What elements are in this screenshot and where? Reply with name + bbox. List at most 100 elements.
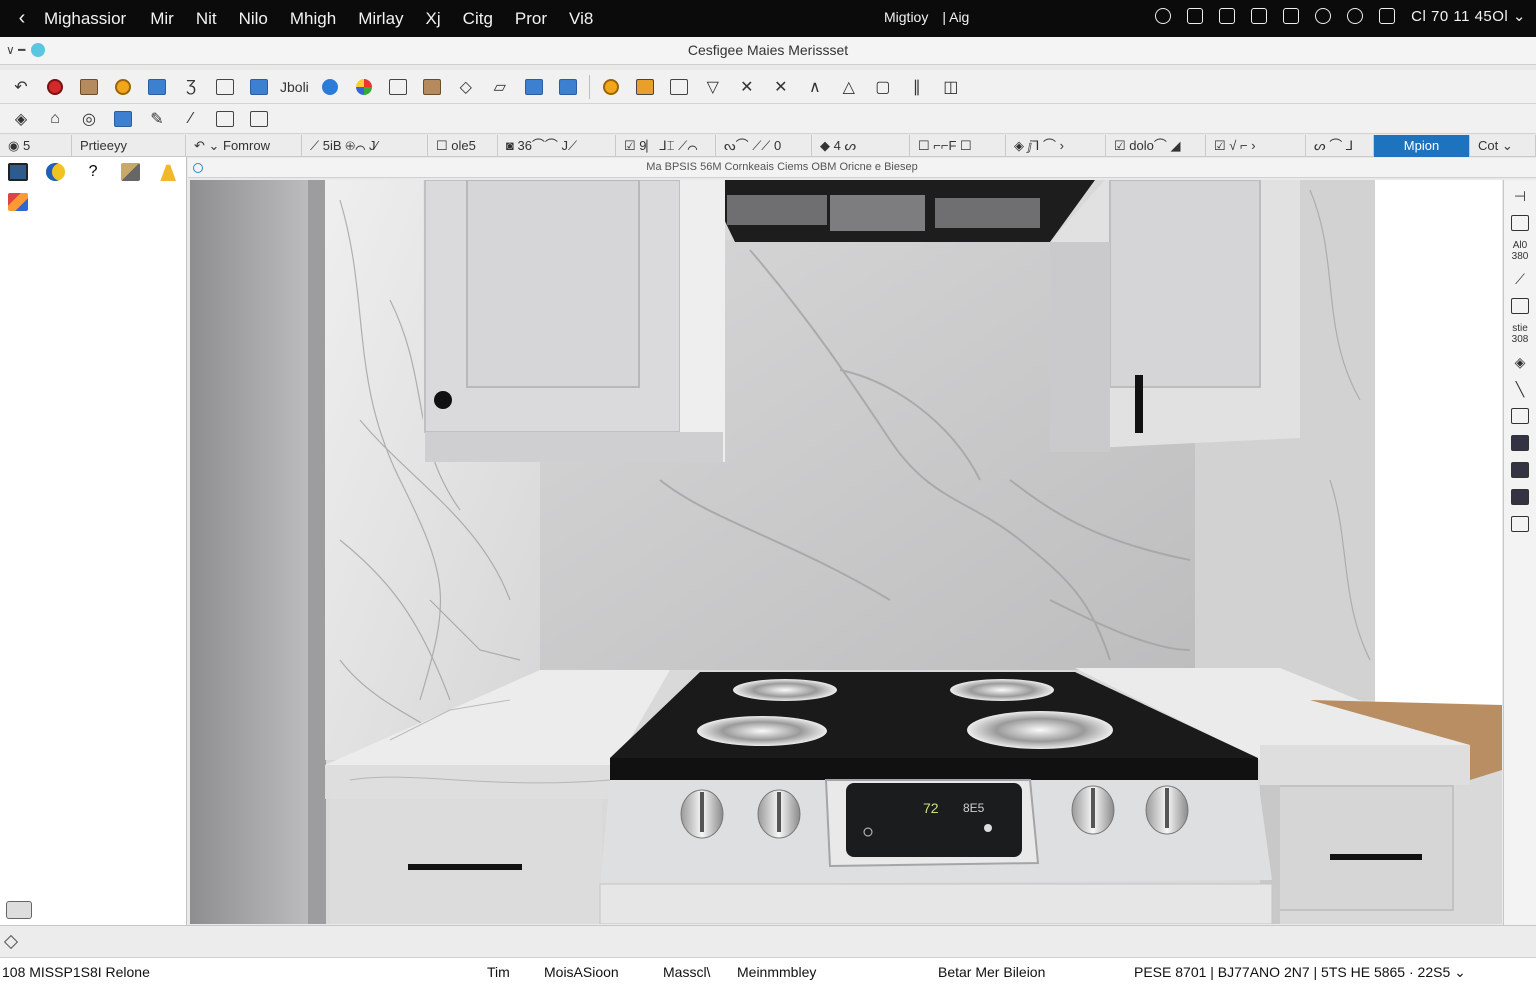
status-item-5[interactable]: Betar Mer Bileion xyxy=(938,964,1045,980)
tab-active[interactable]: Mpion xyxy=(1374,135,1470,157)
3d-viewport[interactable]: 72 8E5 xyxy=(190,180,1502,924)
triangle-down-icon[interactable]: ▽ xyxy=(702,76,724,98)
menu-item-9[interactable]: Pror xyxy=(515,9,547,29)
edit-icon[interactable]: ✎ xyxy=(146,108,168,130)
tag-icon[interactable]: ◇ xyxy=(455,76,477,98)
cross-alt-icon[interactable]: ✕ xyxy=(770,76,792,98)
tab-12[interactable]: ☑ √ ⌐ › xyxy=(1206,135,1306,157)
calculator-icon[interactable] xyxy=(387,76,409,98)
image-tool-icon[interactable] xyxy=(1509,406,1531,426)
parallel-icon[interactable]: ∥ xyxy=(906,76,928,98)
frame-tool-icon[interactable] xyxy=(1509,296,1531,316)
ruler-icon[interactable]: ▱ xyxy=(489,76,511,98)
blue-square-icon[interactable] xyxy=(112,108,134,130)
camera-icon[interactable] xyxy=(1509,460,1531,480)
image-icon[interactable] xyxy=(78,76,100,98)
tab-10[interactable]: ◈ ⅉ⅂ ⌒ › xyxy=(1006,135,1106,157)
window-icon[interactable] xyxy=(557,76,579,98)
menu-item-app[interactable]: Mighassior xyxy=(44,9,126,29)
record-icon[interactable] xyxy=(44,76,66,98)
back-icon[interactable]: ‹ xyxy=(0,7,44,30)
tab-9[interactable]: ☐ ⌐⌐F ☐ xyxy=(910,135,1006,157)
status-item-4[interactable]: Meinmmbley xyxy=(737,964,816,980)
layers-icon[interactable] xyxy=(214,76,236,98)
help-icon[interactable]: ? xyxy=(83,163,103,181)
grid-icon[interactable] xyxy=(668,76,690,98)
share-icon[interactable] xyxy=(1379,8,1396,24)
frame-icon[interactable] xyxy=(214,108,236,130)
sync-icon[interactable] xyxy=(1315,8,1332,24)
folder-icon[interactable] xyxy=(1251,8,1268,24)
menu-item-6[interactable]: Mirlay xyxy=(358,9,403,29)
search-icon[interactable] xyxy=(1347,8,1364,24)
eraser-icon[interactable]: ◈ xyxy=(10,108,32,130)
document-icon[interactable] xyxy=(146,76,168,98)
tab-3[interactable]: ⟋ 5iB ⊕⌒ J⁄ xyxy=(302,135,428,157)
menu-item-5[interactable]: Mhigh xyxy=(290,9,336,29)
triangle-icon[interactable]: △ xyxy=(838,76,860,98)
window-opening xyxy=(1375,180,1502,705)
chat-icon[interactable] xyxy=(1187,8,1204,24)
light-icon[interactable] xyxy=(600,76,622,98)
tab-4[interactable]: ☐ ole5 xyxy=(428,135,498,157)
angle-icon[interactable]: ∧ xyxy=(804,76,826,98)
sofa-icon[interactable] xyxy=(421,76,443,98)
tab-visibility[interactable]: ◉ 5 xyxy=(0,135,72,157)
monitor-icon[interactable] xyxy=(8,163,28,181)
tab-13[interactable]: ᔕ ⌒ ⅃ xyxy=(1306,135,1374,157)
menubar-center-1[interactable]: Migtioy xyxy=(884,9,928,25)
stack-icon[interactable] xyxy=(1509,433,1531,453)
tab-6[interactable]: ☑ 9⎸⅃⌶ ⟋⌒ xyxy=(616,135,716,157)
menubar-center-2[interactable]: | Aig xyxy=(942,9,969,25)
toolbar-label[interactable]: Jboli xyxy=(280,79,309,95)
status-item-2[interactable]: MoisASioon xyxy=(544,964,619,980)
tab-5[interactable]: ◙ 36⌒⌒ J⟋ xyxy=(498,135,616,157)
box-icon[interactable] xyxy=(634,76,656,98)
menu-item-10[interactable]: Vi8 xyxy=(569,9,593,29)
tab-properties[interactable]: Prtieeyy xyxy=(72,135,186,157)
status-item-1[interactable]: Tim xyxy=(487,964,510,980)
menu-item-7[interactable]: Xj xyxy=(426,9,441,29)
texture-icon[interactable] xyxy=(120,163,141,181)
home-icon[interactable]: ⌂ xyxy=(44,108,66,130)
tab-7[interactable]: ᔓ⌒ ⟋⟋ 0 xyxy=(716,135,812,157)
bucket-icon[interactable]: ◈ xyxy=(1509,352,1531,372)
shield-icon[interactable] xyxy=(319,76,341,98)
menu-item-8[interactable]: Citg xyxy=(463,9,493,29)
export-icon[interactable] xyxy=(248,108,270,130)
warning-icon[interactable] xyxy=(160,164,177,181)
menu-item-3[interactable]: Nit xyxy=(196,9,217,29)
tab-8[interactable]: ◆ 4 ᔕ xyxy=(812,135,910,157)
redo-icon[interactable]: Ʒ xyxy=(180,76,202,98)
list-icon[interactable] xyxy=(1283,8,1300,24)
refresh-icon[interactable] xyxy=(1155,8,1172,24)
collapse-icon[interactable] xyxy=(1509,514,1531,534)
undo-icon[interactable]: ↶ xyxy=(10,76,32,98)
bookmark-icon[interactable] xyxy=(1219,8,1236,24)
move-icon[interactable]: ⊣ xyxy=(1509,186,1531,206)
tab-format[interactable]: ↶ ⌄ Fomrow xyxy=(186,135,302,157)
tab-more[interactable]: Cot ⌄ xyxy=(1470,135,1536,157)
menu-item-4[interactable]: Nilo xyxy=(239,9,268,29)
line-icon[interactable]: ╲ xyxy=(1509,379,1531,399)
diamond-icon[interactable] xyxy=(3,934,19,950)
perspective-icon[interactable] xyxy=(1509,213,1531,233)
status-item-3[interactable]: Masscl\ xyxy=(663,964,710,980)
palette-icon[interactable] xyxy=(112,76,134,98)
tab-11[interactable]: ☑ dolo⌒ ◢ xyxy=(1106,135,1206,157)
cross-icon[interactable]: ✕ xyxy=(736,76,758,98)
collapse-panel-icon[interactable] xyxy=(6,901,32,919)
pen-icon[interactable]: ⟋ xyxy=(1509,269,1531,289)
brush-icon[interactable]: ⁄ xyxy=(180,108,202,130)
menu-item-2[interactable]: Mir xyxy=(150,9,174,29)
materials-icon[interactable] xyxy=(353,76,375,98)
split-view-icon[interactable]: ◫ xyxy=(940,76,962,98)
color-picker-icon[interactable] xyxy=(8,193,28,211)
globe-icon[interactable] xyxy=(45,163,66,181)
paint-icon[interactable] xyxy=(523,76,545,98)
rotate-icon[interactable]: ◎ xyxy=(78,108,100,130)
monitor-icon[interactable] xyxy=(248,76,270,98)
burner-front-left xyxy=(697,716,827,746)
vc-icon[interactable] xyxy=(1509,487,1531,507)
rectangle-icon[interactable]: ▢ xyxy=(872,76,894,98)
